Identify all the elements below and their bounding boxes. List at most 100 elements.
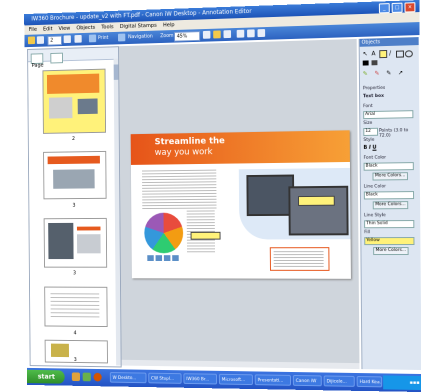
page-thumbnail[interactable] xyxy=(43,217,108,268)
page-number-label: 3 xyxy=(73,357,77,363)
page-thumbnail[interactable] xyxy=(44,286,108,328)
arrow-tool-icon[interactable]: ↗ xyxy=(398,69,403,76)
select-tool-icon[interactable]: ↖ xyxy=(363,51,368,58)
annotations-tab[interactable] xyxy=(50,52,64,64)
page-number-label: 2 xyxy=(72,136,75,142)
properties-panel: Objects ↖ A / ✎ ✎ ✎ ↗ Properties Text bo… xyxy=(358,37,421,371)
navigation-button[interactable]: Navigation xyxy=(128,33,153,41)
maximize-button[interactable]: □ xyxy=(391,2,403,13)
page-thumbnails-panel: Page 2 3 3 4 3 xyxy=(27,46,122,368)
page-thumbnail[interactable] xyxy=(42,68,107,134)
line-color-select[interactable]: Black xyxy=(363,191,415,200)
taskbar-item[interactable]: Dijicele... xyxy=(323,375,355,387)
zoom-select[interactable]: 45% xyxy=(174,31,201,42)
menu-help[interactable]: Help xyxy=(163,22,175,28)
menu-digital-stamps[interactable]: Digital Stamps xyxy=(120,23,157,30)
quick-launch-icon[interactable] xyxy=(82,372,91,382)
fill-label: Fill xyxy=(364,230,371,236)
pen-tool-icon[interactable]: ✎ xyxy=(375,70,380,77)
page-thumbnail[interactable] xyxy=(43,150,107,200)
text-box-annotation[interactable] xyxy=(190,231,221,240)
document-viewer[interactable]: Streamline the way you work xyxy=(118,38,360,370)
fill-more-colors-button[interactable]: More Colors... xyxy=(373,247,409,256)
print-button[interactable]: Print xyxy=(98,34,109,42)
page-number-label: 4 xyxy=(73,330,77,337)
menu-view[interactable]: View xyxy=(59,26,71,32)
font-label: Font xyxy=(363,104,373,110)
taskbar-item[interactable]: CW Stopl... xyxy=(148,372,182,384)
text-tool-icon[interactable]: A xyxy=(371,50,375,57)
process-wheel-graphic xyxy=(144,212,184,254)
start-button[interactable]: start xyxy=(27,369,65,384)
page-number-label: 3 xyxy=(73,270,77,277)
rectangle-tool-icon[interactable] xyxy=(396,50,404,58)
copy-icon[interactable] xyxy=(223,30,232,39)
minimize-button[interactable]: _ xyxy=(378,3,390,14)
size-label: Size xyxy=(363,120,373,127)
selected-tool-name: Text box xyxy=(363,93,384,100)
last-page-icon[interactable] xyxy=(74,34,82,43)
text-box-annotation[interactable] xyxy=(298,195,335,206)
close-button[interactable]: × xyxy=(404,2,416,13)
font-color-label: Font Color xyxy=(363,155,387,161)
page-number-label: 3 xyxy=(72,202,76,209)
menu-objects[interactable]: Objects xyxy=(76,25,95,31)
document-horizontal-scrollbar[interactable] xyxy=(121,359,360,370)
line-color-label: Line Color xyxy=(363,184,386,190)
system-tray[interactable]: ▪▪▪ xyxy=(383,375,421,391)
ellipse-tool-icon[interactable] xyxy=(404,50,413,58)
open-icon[interactable] xyxy=(213,30,221,39)
icon-row xyxy=(147,255,181,261)
quick-launch-icon[interactable] xyxy=(93,372,102,382)
style-label: Style xyxy=(363,137,375,143)
object-tools-grid: ↖ A / ✎ ✎ ✎ ↗ xyxy=(363,49,414,84)
body-text xyxy=(141,169,217,210)
cut-icon[interactable] xyxy=(236,29,245,38)
line-more-colors-button[interactable]: More Colors... xyxy=(372,201,409,210)
page-number-input[interactable]: 2 xyxy=(47,35,62,46)
brochure-page: Streamline the way you work xyxy=(130,130,351,279)
line-tool-icon[interactable]: / xyxy=(389,50,391,57)
navigation-icon[interactable] xyxy=(117,33,126,42)
fill-select[interactable]: Yellow xyxy=(364,237,415,246)
save-icon[interactable] xyxy=(27,36,36,45)
font-more-colors-button[interactable]: More Colors... xyxy=(372,172,408,181)
undo-icon[interactable] xyxy=(257,29,266,38)
font-color-select[interactable]: Black xyxy=(363,162,414,171)
line-style-label: Line Style xyxy=(364,213,386,219)
first-page-icon[interactable] xyxy=(36,36,45,44)
size-input[interactable]: 12 xyxy=(363,127,379,136)
color-block-icon[interactable] xyxy=(362,60,369,66)
monitor-graphic xyxy=(288,185,349,236)
app-window: IW360 Brochure - update_v2 with FT.pdf -… xyxy=(24,0,421,392)
image-tool-icon[interactable] xyxy=(371,60,378,66)
taskbar-item[interactable]: IW360 Br... xyxy=(183,373,218,385)
brochure-heading: Streamline the xyxy=(154,136,225,148)
print-icon[interactable] xyxy=(88,34,97,43)
menu-tools[interactable]: Tools xyxy=(101,24,113,30)
taskbar-item[interactable]: Microsoft... xyxy=(218,373,253,386)
line-style-select[interactable]: Thin Solid xyxy=(364,220,415,229)
next-page-icon[interactable] xyxy=(63,35,71,44)
text-box-tool-icon[interactable] xyxy=(379,49,388,59)
taskbar-item[interactable]: Hard Kea... xyxy=(356,375,383,388)
font-select[interactable]: Arial xyxy=(363,110,414,120)
menu-edit[interactable]: Edit xyxy=(43,26,53,32)
paste-icon[interactable] xyxy=(247,29,255,38)
objects-header: Objects xyxy=(359,37,419,47)
stamp-tool-icon[interactable]: ✎ xyxy=(386,70,391,77)
size-unit-label: Points (3.0 to 72.0) xyxy=(378,128,409,139)
taskbar-item[interactable]: Canon iW xyxy=(292,374,322,387)
menu-file[interactable]: File xyxy=(29,27,37,33)
zoom-label: Zoom xyxy=(160,32,174,40)
callout-text xyxy=(273,251,324,267)
monitor-graphic xyxy=(246,174,295,217)
taskbar-item[interactable]: W Deskto... xyxy=(109,372,147,384)
brochure-banner: Streamline the way you work xyxy=(130,130,350,165)
style-buttons[interactable]: B I U xyxy=(363,145,376,151)
fit-page-icon[interactable] xyxy=(202,30,211,39)
highlighter-tool-icon[interactable]: ✎ xyxy=(363,70,368,77)
quick-launch-icon[interactable] xyxy=(71,372,81,382)
taskbar-item[interactable]: Presentati... xyxy=(254,374,292,386)
properties-label: Properties xyxy=(362,85,386,92)
